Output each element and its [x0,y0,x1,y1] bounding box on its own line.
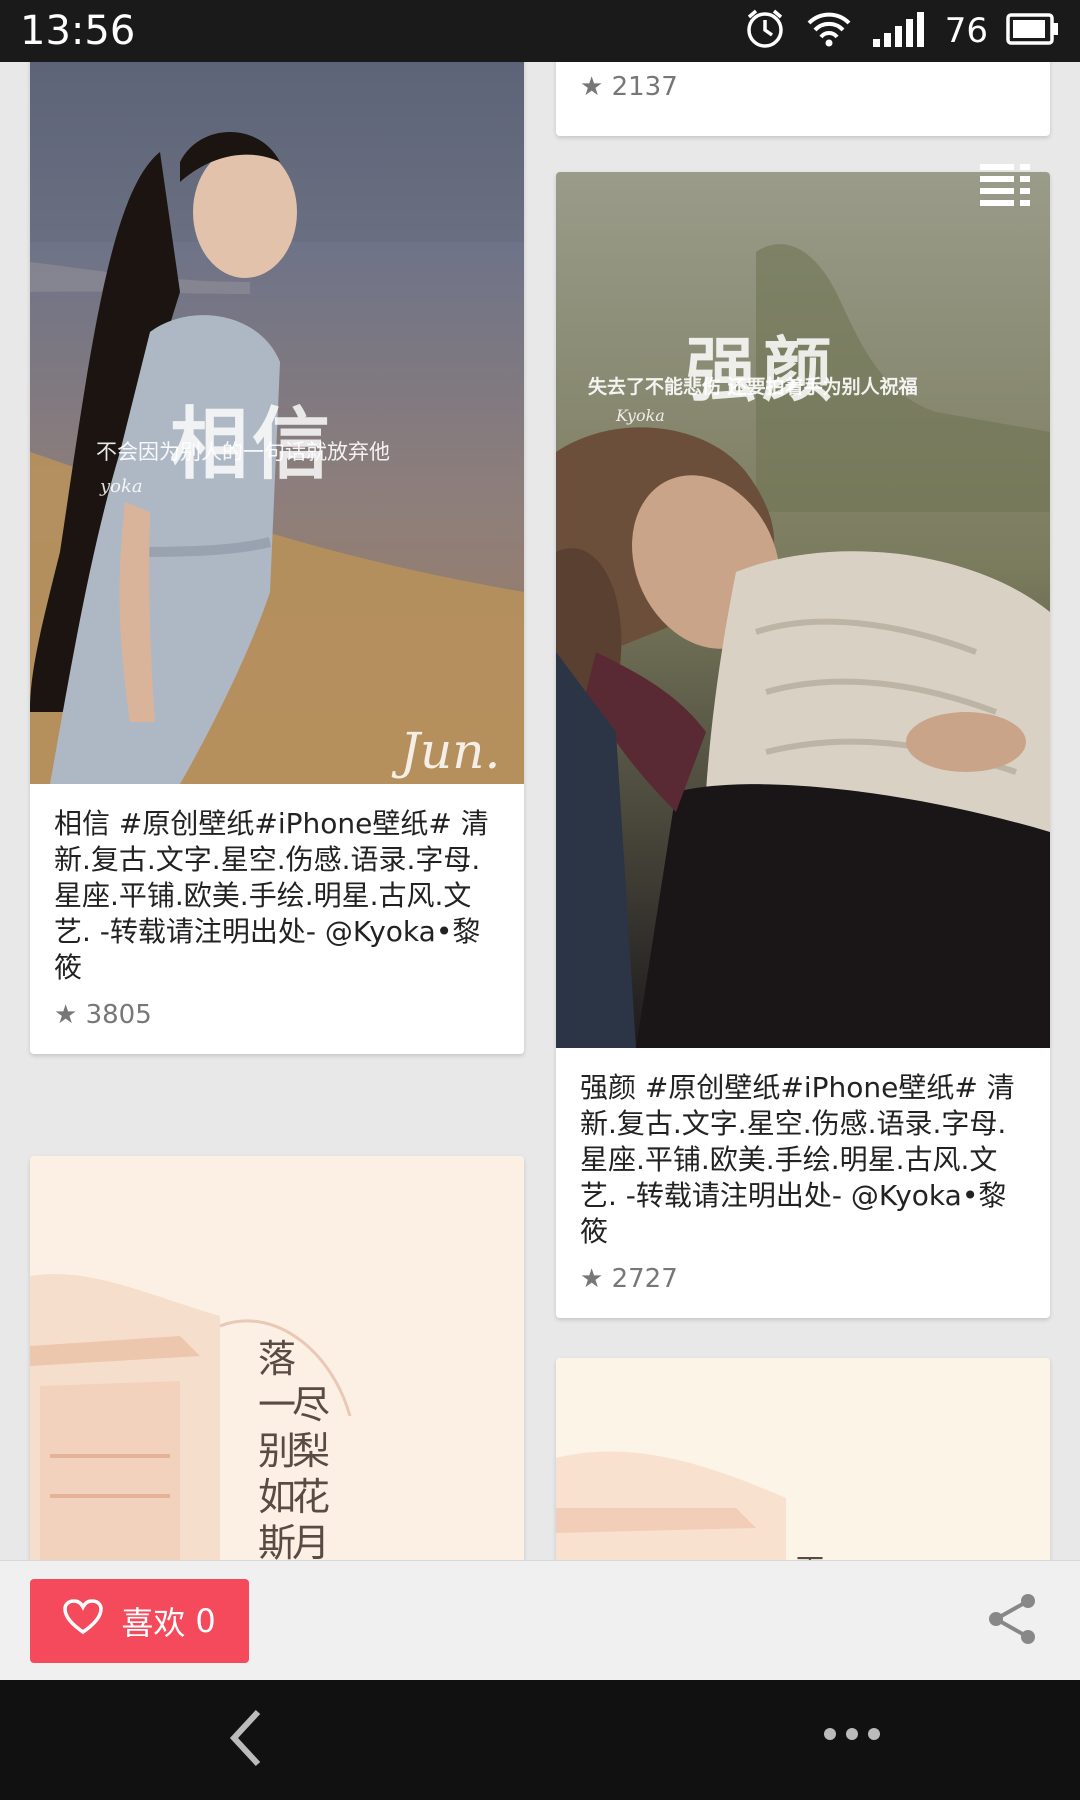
wallpaper-card[interactable]: 强颜 失去了不能悲伤 还要拍着手为别人祝福 Kyoka 强颜 #原创壁纸#iPh… [556,172,1050,1318]
image-text-right: 尽梨花月 [292,1383,331,1560]
battery-level: 76 [944,11,988,51]
battery-icon [1006,13,1060,49]
signal-icon [871,9,927,53]
star-count: ★ 2727 [580,1264,678,1294]
image-signature-text: Jun. [400,722,501,780]
star-count: ★ 2137 [580,72,678,102]
image-caption-text: 失去了不能悲伤 还要拍着手为别人祝福 [588,376,918,398]
like-label: 喜欢 [121,1604,186,1642]
wallpaper-image[interactable]: 强颜 失去了不能悲伤 还要拍着手为别人祝福 Kyoka [556,172,1050,1048]
wallpaper-card[interactable]: 落一别如斯 尽梨花月 [30,1156,524,1560]
image-caption-text: 不会因为别人的一句话就放弃他 [96,440,390,464]
wallpaper-card[interactable]: 相信 不会因为别人的一句话就放弃他 yoka Jun. 相信 #原创壁纸#iPh… [30,62,524,1054]
like-count: 0 [195,1602,216,1640]
status-bar: 13:56 76 [0,0,1080,62]
status-time: 13:56 [20,8,136,54]
action-bar: 喜欢 0 [0,1560,1080,1680]
wallpaper-description: 相信 #原创壁纸#iPhone壁纸# 清新.复古.文字.星空.伤感.语录.字母.… [54,807,489,984]
wallpaper-image[interactable]: 雨 [556,1358,1050,1560]
wallpaper-image[interactable]: 相信 不会因为别人的一句话就放弃他 yoka Jun. [30,62,524,784]
wallpaper-feed[interactable]: 相信 不会因为别人的一句话就放弃他 yoka Jun. 相信 #原创壁纸#iPh… [0,62,1080,1560]
image-sign-text: yoka [100,476,143,497]
list-menu-icon[interactable] [980,162,1032,210]
wallpaper-card[interactable]: 雨 [556,1358,1050,1560]
alarm-icon [743,7,787,55]
star-count: ★ 3805 [54,1000,152,1030]
like-button[interactable]: 喜欢 0 [30,1579,249,1663]
wallpaper-card[interactable]: ★ 2137 [556,62,1050,136]
image-sign-text: Kyoka [616,406,665,425]
share-icon[interactable] [984,1591,1040,1651]
wallpaper-image[interactable]: 落一别如斯 尽梨花月 [30,1156,524,1560]
back-icon[interactable] [228,1708,264,1772]
navigation-bar [0,1680,1080,1800]
wallpaper-description: 强颜 #原创壁纸#iPhone壁纸# 清新.复古.文字.星空.伤感.语录.字母.… [580,1071,1015,1248]
wifi-icon [805,9,853,53]
image-title-text: 强颜 [686,329,838,411]
more-icon[interactable] [824,1728,880,1740]
heart-icon [63,1599,104,1643]
image-text: 雨 [796,1548,824,1560]
image-text-left: 落一别如斯 [258,1337,297,1560]
